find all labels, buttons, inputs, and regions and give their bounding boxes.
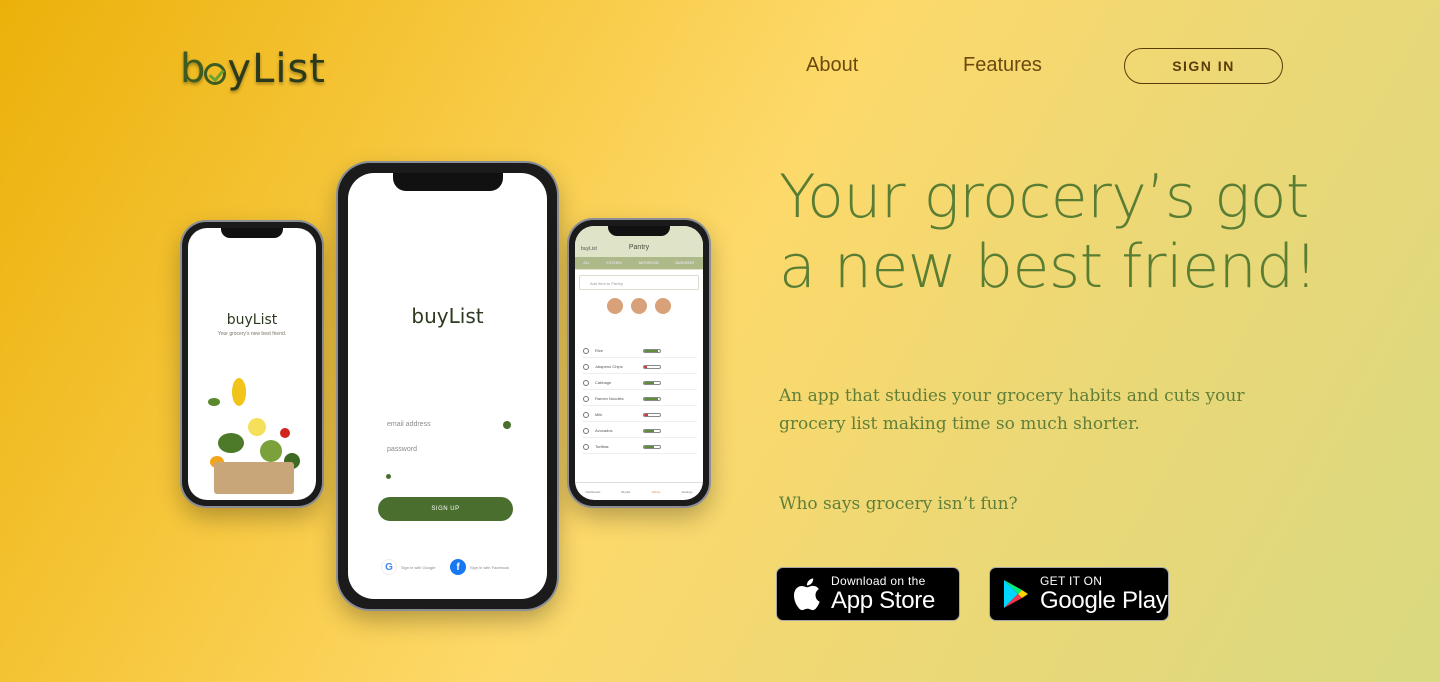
pantry-item-row: Jalapeno Chips	[583, 360, 697, 374]
stock-level-bar	[643, 348, 661, 353]
barcode-icon	[631, 298, 647, 314]
hero-tagline: Who says grocery isn’t fun?	[779, 494, 1018, 514]
facebook-sign-in-mock: f Sign in with Facebook	[446, 555, 510, 579]
facebook-icon: f	[450, 559, 466, 575]
splash-logo: buyList	[226, 312, 278, 328]
stock-level-bar	[643, 428, 661, 433]
email-field: email address	[378, 414, 518, 436]
checkbox-icon	[583, 395, 589, 402]
pantry-item-row: Ramen Noodles	[583, 392, 697, 406]
stock-level-bar	[643, 444, 661, 449]
pantry-item-name: Ramen Noodles	[595, 396, 624, 401]
nav-features-link[interactable]: Features	[963, 54, 1042, 77]
pantry-search: Add item to Pantry	[579, 275, 699, 290]
google-play-big-text: Google Play	[1040, 586, 1168, 614]
splash-tagline: Your grocery's new best friend.	[217, 331, 287, 337]
phone-mockup-splash: buyList Your grocery's new best friend.	[182, 222, 322, 506]
stock-level-bar	[643, 364, 661, 369]
pantry-item-name: Milk	[595, 412, 603, 417]
phone-mockup-signup: buyList email address password Remember …	[338, 163, 557, 609]
mic-icon	[655, 298, 671, 314]
google-play-small-text: GET IT ON	[1040, 573, 1103, 588]
checkbox-icon	[583, 363, 589, 370]
app-store-small-text: Download on the	[831, 573, 926, 588]
pantry-item-name: Jalapeno Chips	[595, 364, 623, 369]
or-sign-in-text: or sign in using	[423, 529, 472, 536]
checkbox-icon	[583, 443, 589, 450]
phone-mockup-pantry: buyList Pantry ALL KITCHEN BATHROOM BASE…	[569, 220, 709, 506]
pantry-item-row: Avocados	[583, 424, 697, 438]
app-store-badge[interactable]: Download on the App Store	[776, 567, 960, 621]
clear-icon	[503, 421, 511, 429]
pantry-item-name: Rice	[595, 348, 604, 353]
google-icon: G	[381, 559, 397, 575]
pantry-item-name: Avocados	[595, 428, 613, 433]
remember-me-toggle: Remember Me	[380, 473, 442, 480]
google-sign-in-mock: G Sign in with Google	[377, 555, 441, 579]
pantry-action-buttons	[575, 298, 703, 314]
nav-about-link[interactable]: About	[806, 54, 858, 77]
sign-in-button[interactable]: SIGN IN	[1124, 48, 1283, 84]
checkbox-icon	[583, 411, 589, 418]
stock-level-bar	[643, 380, 661, 385]
checkbox-icon	[583, 427, 589, 434]
pantry-item-row: Rice	[583, 344, 697, 358]
stock-level-bar	[643, 412, 661, 417]
grocery-bag-image	[214, 462, 294, 494]
hero-description: An app that studies your grocery habits …	[779, 386, 1245, 434]
pantry-item-row: Cabbage	[583, 376, 697, 390]
checkbox-icon	[583, 347, 589, 354]
brand-logo[interactable]: b yList	[180, 44, 326, 94]
app-store-big-text: App Store	[831, 586, 936, 614]
clock-icon	[607, 298, 623, 314]
pantry-title: Pantry	[628, 244, 650, 251]
pantry-item-name: Cabbage	[595, 380, 612, 385]
apple-icon	[793, 578, 820, 611]
password-field: password	[378, 439, 518, 461]
google-play-icon	[1004, 580, 1028, 608]
signup-logo: buyList	[411, 304, 484, 328]
google-play-badge[interactable]: GET IT ON Google Play	[989, 567, 1169, 621]
stock-level-bar	[643, 396, 661, 401]
hero-headline: Your grocery’s got a new best friend!	[779, 162, 1318, 302]
pantry-item-name: Tortillas	[595, 444, 609, 449]
check-icon	[204, 63, 227, 85]
pantry-tabs: ALL KITCHEN BATHROOM BASEMENT	[575, 257, 703, 269]
pantry-item-row: Milk	[583, 408, 697, 422]
signup-button-mock: SIGN UP	[378, 497, 513, 521]
pantry-item-row: Tortillas	[583, 440, 697, 454]
checkbox-icon	[583, 379, 589, 386]
pantry-bottom-nav: Dashboard Buylist Pantry Settings	[575, 482, 703, 500]
